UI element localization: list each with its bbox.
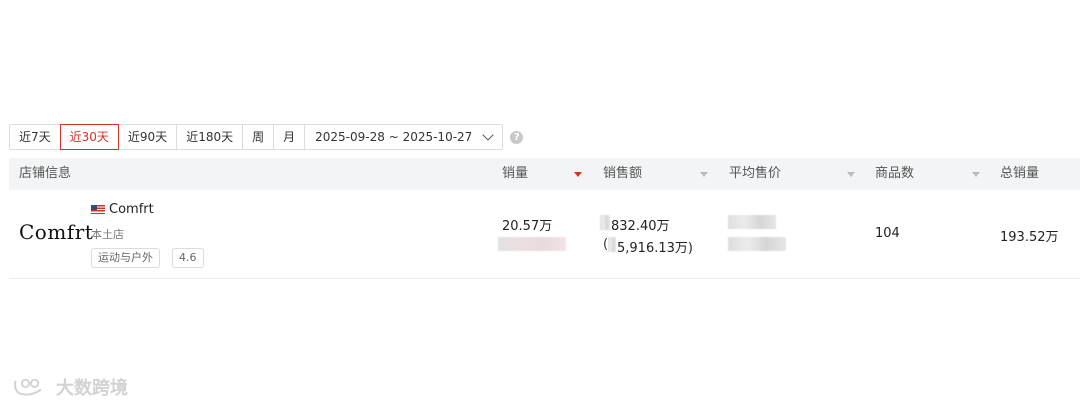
- question-circle-icon[interactable]: ?: [510, 130, 524, 144]
- store-type-label: 本土店: [91, 228, 124, 241]
- blurred-currency: [608, 237, 616, 252]
- watermark-text: 大数跨境: [56, 378, 128, 399]
- store-table: 店铺信息 销量 销售额 平均售价 商品数 总销量 Comfrt Comfrt 本…: [9, 158, 1080, 279]
- header-sales-volume[interactable]: 销量: [502, 158, 584, 190]
- header-product-count-label: 商品数: [875, 166, 915, 181]
- filter-7-days-button[interactable]: 近7天: [10, 125, 61, 149]
- header-product-count[interactable]: 商品数: [875, 158, 985, 190]
- blurred-value: [498, 237, 566, 251]
- sort-icon: [972, 172, 980, 177]
- store-logo[interactable]: Comfrt: [19, 220, 93, 244]
- sort-icon: [700, 172, 708, 177]
- filter-30-days-button[interactable]: 近30天: [59, 124, 119, 150]
- sales-volume-value: 20.57万: [502, 219, 553, 234]
- table-header: 店铺信息 销量 销售额 平均售价 商品数 总销量: [9, 158, 1080, 190]
- time-range-selector: 近7天 近30天 近90天 近180天 周 月 2025-09-28 ~ 202…: [9, 124, 504, 150]
- header-store-info: 店铺信息: [19, 166, 72, 181]
- blurred-avg-price: [728, 215, 776, 229]
- blurred-avg-price-converted: [728, 237, 786, 251]
- filter-month-button[interactable]: 月: [274, 125, 306, 149]
- header-sales-amount[interactable]: 销售额: [603, 158, 713, 190]
- header-avg-price[interactable]: 平均售价: [729, 158, 859, 190]
- filter-week-button[interactable]: 周: [243, 125, 275, 149]
- rating-badge: 4.6: [172, 248, 204, 268]
- header-sales-volume-label: 销量: [502, 166, 529, 181]
- store-name: Comfrt: [109, 202, 154, 217]
- category-tag: 运动与户外: [91, 248, 160, 268]
- store-name-link[interactable]: Comfrt: [91, 202, 154, 217]
- brand-logo-icon: [14, 378, 42, 396]
- brand-watermark: 大数跨境: [10, 374, 128, 400]
- sort-icon: [847, 172, 855, 177]
- date-range-value: 2025-09-28 ~ 2025-10-27: [315, 130, 473, 144]
- sort-desc-icon: [574, 172, 582, 177]
- blurred-currency: [600, 215, 610, 230]
- date-range-picker[interactable]: 2025-09-28 ~ 2025-10-27: [305, 125, 502, 149]
- header-total-sales: 总销量: [1000, 166, 1040, 181]
- header-avg-price-label: 平均售价: [729, 166, 782, 181]
- header-sales-amount-label: 销售额: [603, 166, 643, 181]
- sales-amount-converted: 5,916.13万): [617, 241, 693, 256]
- filter-180-days-button[interactable]: 近180天: [177, 125, 244, 149]
- chevron-down-icon: [482, 129, 494, 141]
- us-flag-icon: [91, 205, 105, 214]
- total-sales-value: 193.52万: [1000, 230, 1059, 245]
- product-count-value: 104: [875, 226, 900, 241]
- sales-amount-value: 832.40万: [611, 219, 670, 234]
- time-filter-bar: 近7天 近30天 近90天 近180天 周 月 2025-09-28 ~ 202…: [9, 124, 524, 150]
- filter-90-days-button[interactable]: 近90天: [119, 125, 178, 149]
- table-row[interactable]: Comfrt Comfrt 本土店 运动与户外 4.6 20.57万 832.4…: [9, 190, 1080, 279]
